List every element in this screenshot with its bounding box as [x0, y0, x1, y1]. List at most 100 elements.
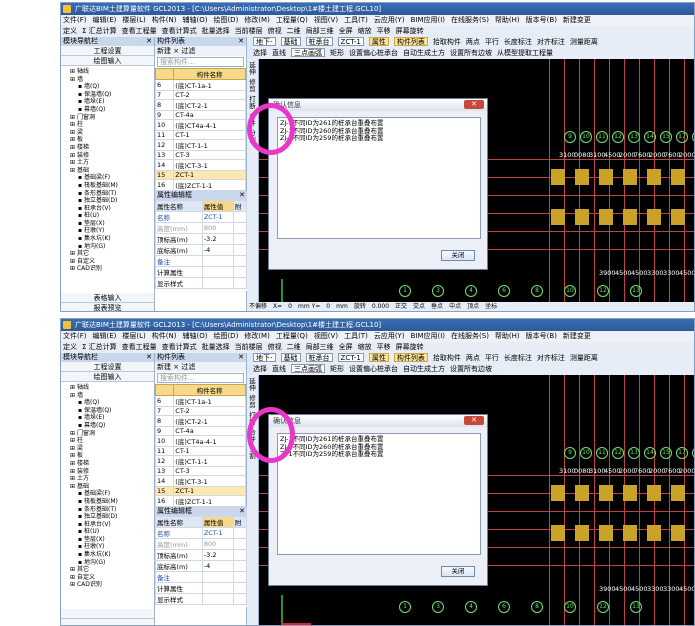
toolbar-button[interactable]: 局部三维 [306, 27, 334, 35]
property-value[interactable] [201, 277, 234, 289]
property-value[interactable]: -3.2 [201, 233, 234, 245]
toolbar-button[interactable]: 查看计算式 [162, 343, 197, 351]
menu-item[interactable]: 工程量(Q) [276, 332, 308, 340]
property-row[interactable]: 名称 ZCT-1 [155, 527, 248, 539]
property-row[interactable]: 计算属性 [155, 582, 248, 594]
footing-tool-button[interactable]: 设置所有边坡 [450, 365, 492, 373]
table-row[interactable]: 9 CT-4a [154, 426, 246, 436]
tree-item[interactable]: ▪ 筏板基础(M) [64, 498, 154, 506]
status-item[interactable]: 垂点 [431, 303, 443, 310]
property-value[interactable]: -4 [201, 560, 234, 572]
property-row[interactable]: 高度(mm) 800 [155, 538, 248, 550]
table-row[interactable]: 6 (底)CT-1a-1 [154, 395, 246, 407]
component-search-input[interactable]: 搜索构件... [157, 57, 244, 67]
tree-item[interactable]: ▪ 独立基础(D) [64, 513, 154, 521]
footing-block[interactable] [671, 169, 685, 185]
table-row[interactable]: 7 CT-2 [154, 90, 246, 100]
footing-block[interactable] [623, 209, 637, 225]
toolbar-button[interactable]: 屏幕旋转 [396, 27, 424, 35]
property-value[interactable] [201, 593, 234, 605]
status-item[interactable]: 交点 [413, 303, 425, 310]
property-value[interactable]: ZCT-1 [201, 211, 234, 223]
draw-tool-button[interactable]: 两点 [466, 38, 480, 46]
menu-item[interactable]: 构件(N) [152, 332, 177, 340]
footing-block[interactable] [623, 169, 637, 185]
table-row[interactable]: 7 CT-2 [154, 406, 246, 416]
tree-item[interactable]: ⊞ 其它 [64, 566, 154, 574]
modify-tool-button[interactable]: 延伸 [247, 378, 258, 392]
project-settings-button[interactable]: 工程设置 [61, 46, 154, 56]
new-button[interactable]: 新建 [157, 363, 171, 371]
draw-tool-button[interactable]: 对齐标注 [537, 354, 565, 362]
table-row[interactable]: 15 ZCT-1 [154, 170, 246, 180]
attach-checkbox[interactable] [232, 538, 248, 550]
toolbar-button[interactable]: 定义 [63, 343, 77, 351]
toolbar-button[interactable]: 俯视 [268, 27, 282, 35]
draw-tool-button[interactable]: 构件列表 [393, 353, 428, 362]
type-select[interactable]: 桩承台 [305, 353, 333, 362]
status-item[interactable]: 0.000 [372, 303, 389, 310]
property-row[interactable]: 显示样式 [155, 593, 248, 605]
table-row[interactable]: 15 ZCT-1 [154, 486, 246, 496]
attach-checkbox[interactable] [232, 571, 248, 583]
toolbar-button[interactable]: 查看工程量 [122, 27, 157, 35]
status-item[interactable]: 0 [288, 303, 292, 310]
property-value[interactable]: -4 [201, 244, 234, 256]
draw-tool-button[interactable]: 拾取构件 [433, 38, 461, 46]
close-icon[interactable]: ✕ [146, 37, 152, 46]
property-value[interactable] [201, 582, 234, 594]
menu-item[interactable]: 在线服务(S) [451, 332, 489, 340]
footing-block[interactable] [551, 209, 565, 225]
toolbar-button[interactable]: 缩放 [358, 27, 372, 35]
tree-item[interactable]: ▪ 桩(U) [64, 212, 154, 220]
floor-select[interactable]: 地下- [253, 37, 276, 46]
toolbar-button[interactable]: 定义 [63, 27, 77, 35]
footing-tool-button[interactable]: 自动生成土方 [403, 49, 445, 57]
floor-select[interactable]: 地下- [253, 353, 276, 362]
tree-item[interactable]: ▪ 集水坑(K) [64, 235, 154, 243]
close-icon[interactable]: ✕ [146, 353, 152, 362]
menu-item[interactable]: 帮助(H) [495, 16, 520, 24]
toolbar-button[interactable]: 屏幕旋转 [396, 343, 424, 351]
footing-block[interactable] [599, 485, 613, 501]
menu-item[interactable]: 视图(V) [314, 16, 338, 24]
footing-block[interactable] [647, 209, 661, 225]
new-button[interactable]: 新建 [157, 47, 171, 55]
menu-item[interactable]: 修改(M) [244, 16, 270, 24]
menu-item[interactable]: 构件(N) [152, 16, 177, 24]
tree-item[interactable]: ⊞ 柱 [64, 437, 154, 445]
close-button[interactable]: 关闭 [441, 566, 475, 577]
footing-block[interactable] [623, 485, 637, 501]
rect-button[interactable]: 矩形 [330, 49, 344, 57]
tree-item[interactable]: ⊞ 土方 [64, 475, 154, 483]
property-value[interactable] [201, 571, 234, 583]
footing-block[interactable] [647, 485, 661, 501]
attach-checkbox[interactable] [232, 560, 248, 572]
property-row[interactable]: 顶标高(m) -3.2 [155, 549, 248, 561]
rect-button[interactable]: 矩形 [330, 365, 344, 373]
property-row[interactable]: 备注 [155, 255, 248, 267]
attach-checkbox[interactable] [232, 255, 248, 267]
status-item[interactable]: 旋转 [354, 303, 366, 310]
property-row[interactable]: 顶标高(m) -3.2 [155, 233, 248, 245]
menu-item[interactable]: 编辑(E) [93, 332, 117, 340]
attach-checkbox[interactable] [232, 527, 248, 539]
toolbar-button[interactable]: Σ 汇总计算 [82, 27, 117, 35]
toolbar-button[interactable]: 缩放 [358, 343, 372, 351]
property-value[interactable]: 800 [201, 222, 234, 234]
tree-item[interactable]: ⊞ 装修 [64, 152, 154, 160]
footing-block[interactable] [551, 485, 565, 501]
select-button[interactable]: 选择 [253, 365, 267, 373]
property-row[interactable]: 底标高(m) -4 [155, 244, 248, 256]
draw-tool-button[interactable]: 长度标注 [504, 38, 532, 46]
menu-item[interactable]: 版本号(B) [526, 16, 557, 24]
draw-tool-button[interactable]: 对齐标注 [537, 38, 565, 46]
toolbar-button[interactable]: 平移 [377, 343, 391, 351]
toolbar-button[interactable]: 平移 [377, 27, 391, 35]
modify-tool-button[interactable]: 修剪 [247, 79, 258, 93]
draw-tool-button[interactable]: 属性 [368, 37, 389, 46]
attach-checkbox[interactable] [232, 582, 248, 594]
table-row[interactable]: 6 (底)CT-1a-1 [154, 79, 246, 91]
toolbar-button[interactable]: 查看计算式 [162, 27, 197, 35]
tree-item[interactable]: ⊞ 土方 [64, 159, 154, 167]
